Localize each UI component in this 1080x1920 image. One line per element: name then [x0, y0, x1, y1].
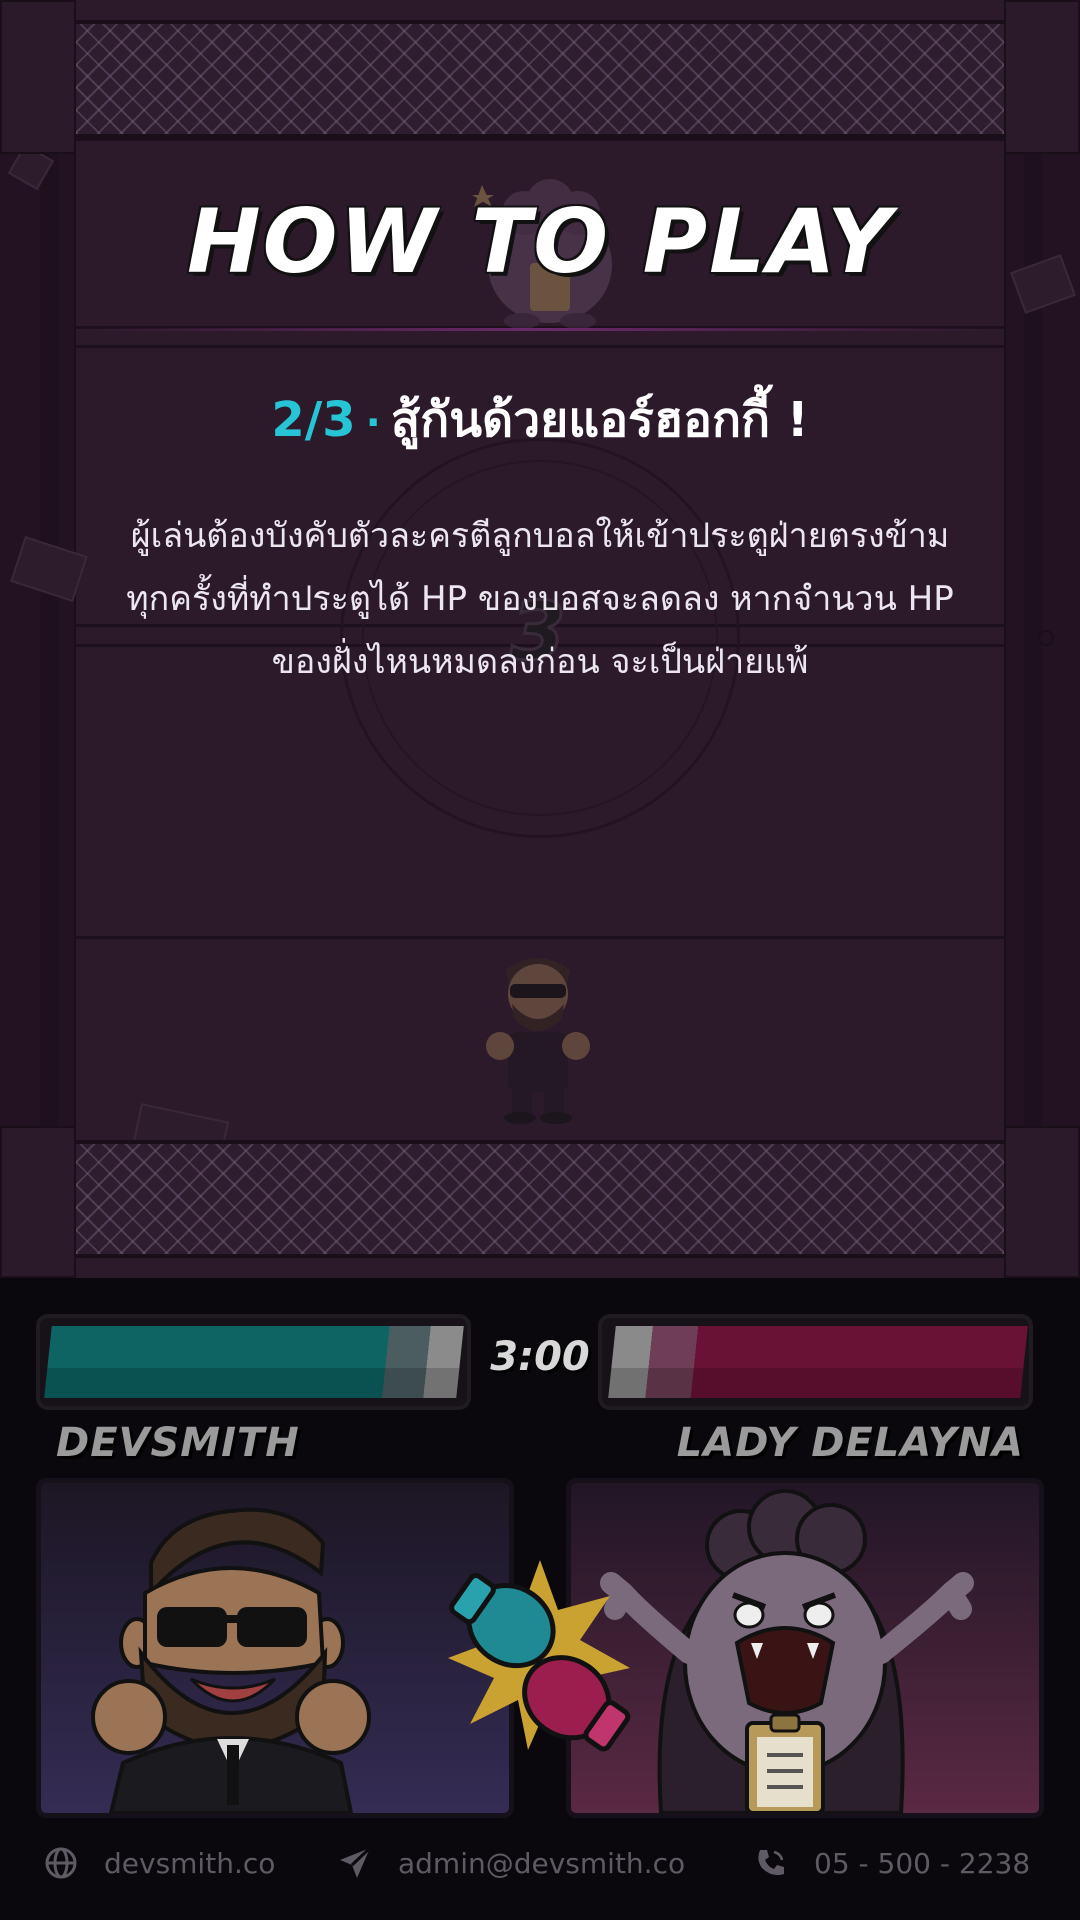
player-goal-net [76, 1140, 1004, 1258]
hud-panel: 3:00 DEVSMITH LADY DELAYNA devsmith.co a… [0, 1278, 1080, 1920]
phone-text: 05 - 500 - 2238 [814, 1846, 1031, 1880]
player-hp-bar [36, 1314, 471, 1410]
step-counter: 2/3 [271, 392, 356, 448]
step-heading: 2/3 · สู้กันด้วยแอร์ฮอกกี้ ! [0, 382, 1080, 458]
field-line [76, 345, 1004, 348]
arena-corner [0, 1126, 76, 1278]
field-line [76, 138, 1004, 141]
title-divider [76, 328, 1004, 331]
field-line [76, 936, 1004, 939]
opponent-goal-net [76, 20, 1004, 138]
step-title: สู้กันด้วยแอร์ฮอกกี้ ! [390, 392, 809, 448]
globe-icon [45, 1847, 77, 1879]
email-link[interactable]: admin@devsmith.co [338, 1833, 685, 1893]
email-text: admin@devsmith.co [398, 1846, 686, 1880]
send-icon [340, 1846, 372, 1878]
boss-hp-bar [598, 1314, 1033, 1410]
step-description-line: ทุกครั้งที่ทำประตูได้ HP ของบอสจะลดลง หา… [126, 579, 954, 619]
website-text: devsmith.co [104, 1846, 276, 1880]
player-hp-fill [44, 1326, 464, 1398]
website-link[interactable]: devsmith.co [44, 1833, 275, 1893]
phone-link[interactable]: 05 - 500 - 2238 [754, 1833, 1030, 1893]
wall-bolt-icon [1038, 630, 1054, 646]
player-name: DEVSMITH [56, 1420, 300, 1466]
boss-name: LADY DELAYNA [676, 1420, 1024, 1466]
arena-corner [1004, 1126, 1080, 1278]
boss-hp-fill [608, 1326, 1028, 1398]
step-description: ผู้เล่นต้องบังคับตัวละครตีลูกบอลให้เข้าป… [70, 505, 1010, 694]
arena-corner [1004, 0, 1080, 154]
step-description-line: ผู้เล่นต้องบังคับตัวละครตีลูกบอลให้เข้าป… [130, 516, 950, 556]
versus-gloves-icon [448, 1560, 631, 1752]
phone-icon [758, 1850, 784, 1876]
arena-corner [0, 0, 76, 154]
page-title: HOW TO PLAY [187, 190, 893, 293]
contact-footer: devsmith.co admin@devsmith.co 05 - 500 -… [0, 1833, 1080, 1893]
step-description-line: ของฝั่งไหนหมดลงก่อน จะเป็นฝ่ายแพ้ [271, 642, 809, 682]
step-separator: · [365, 400, 381, 446]
match-timer: 3:00 [490, 1334, 590, 1380]
player-ghost-sprite [486, 958, 590, 1124]
